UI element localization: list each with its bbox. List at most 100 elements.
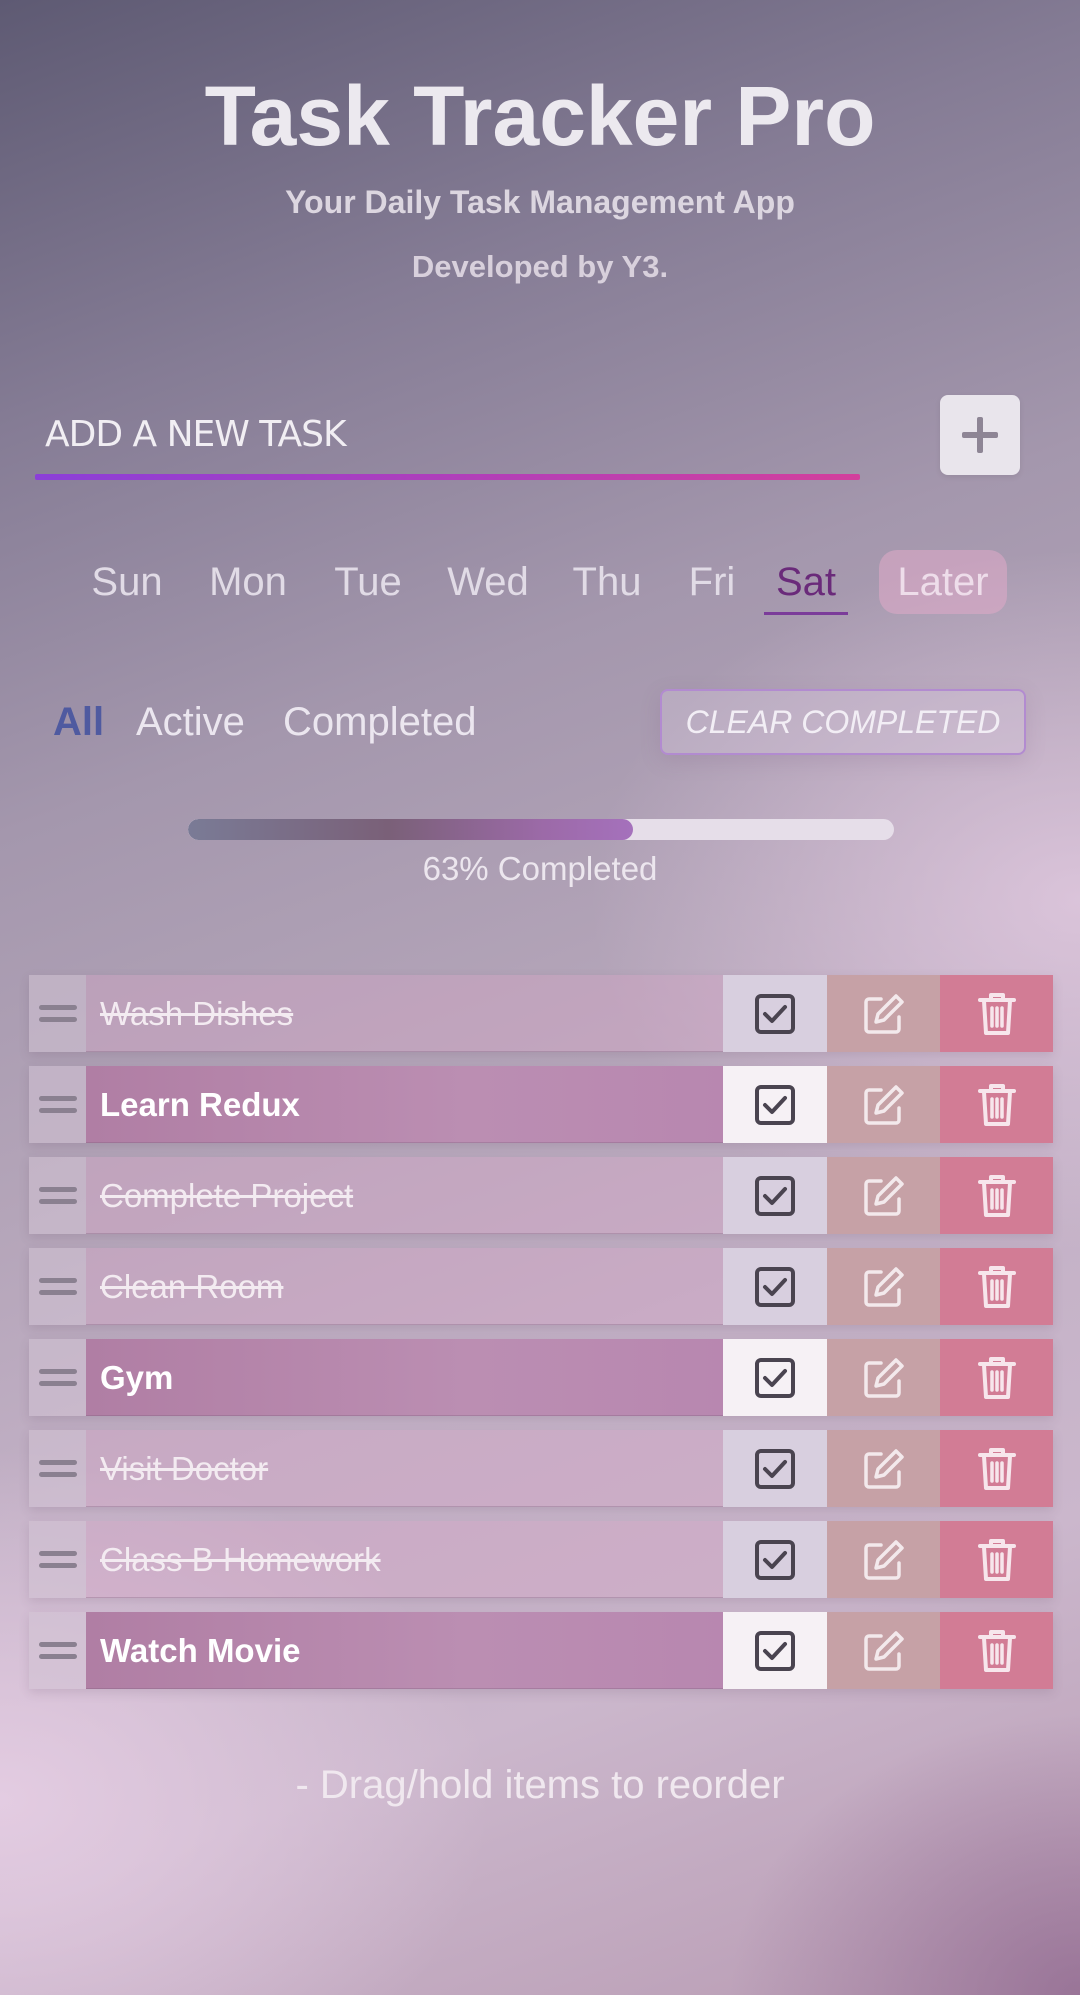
trash-icon [977,1629,1016,1672]
plus-icon [962,417,998,453]
edit-icon [863,993,904,1034]
filter-completed[interactable]: Completed [283,694,476,750]
task-row[interactable]: Visit Doctor [29,1430,1053,1507]
delete-task-button[interactable] [940,1612,1053,1689]
task-label[interactable]: Wash Dishes [86,975,723,1052]
drag-handle[interactable] [29,975,86,1052]
edit-icon [863,1630,904,1671]
delete-task-button[interactable] [940,975,1053,1052]
task-list: Wash Dishes Learn Redux Complete Project… [29,975,1053,1703]
task-label[interactable]: Learn Redux [86,1066,723,1143]
task-label[interactable]: Visit Doctor [86,1430,723,1507]
new-task-input[interactable] [35,400,860,468]
edit-task-button[interactable] [827,1612,940,1689]
edit-icon [863,1448,904,1489]
trash-icon [977,1538,1016,1581]
toggle-complete-button[interactable] [723,1612,827,1689]
edit-icon [863,1175,904,1216]
task-row[interactable]: Watch Movie [29,1612,1053,1689]
edit-task-button[interactable] [827,1430,940,1507]
toggle-complete-button[interactable] [723,1066,827,1143]
checkbox-icon [755,1266,795,1307]
progress-fill [188,819,633,840]
delete-task-button[interactable] [940,1157,1053,1234]
active-day-indicator [764,612,848,615]
day-tab-sun[interactable]: Sun [82,552,172,612]
drag-handle[interactable] [29,1339,86,1416]
toggle-complete-button[interactable] [723,1339,827,1416]
edit-task-button[interactable] [827,1066,940,1143]
task-row[interactable]: Wash Dishes [29,975,1053,1052]
toggle-complete-button[interactable] [723,1430,827,1507]
reorder-hint: - Drag/hold items to reorder [295,1763,785,1807]
trash-icon [977,1083,1016,1126]
task-label[interactable]: Complete Project [86,1157,723,1234]
task-row[interactable]: Complete Project [29,1157,1053,1234]
drag-handle[interactable] [29,1066,86,1143]
day-tab-wed[interactable]: Wed [441,552,535,612]
task-label[interactable]: Class B Homework [86,1521,723,1598]
edit-icon [863,1266,904,1307]
trash-icon [977,992,1016,1035]
add-task-button[interactable] [940,395,1020,475]
drag-handle-icon [38,1641,77,1659]
filter-all[interactable]: All [53,694,104,750]
edit-task-button[interactable] [827,1248,940,1325]
toggle-complete-button[interactable] [723,1157,827,1234]
delete-task-button[interactable] [940,1066,1053,1143]
checkbox-icon [755,1630,795,1671]
edit-task-button[interactable] [827,1521,940,1598]
trash-icon [977,1174,1016,1217]
drag-handle[interactable] [29,1157,86,1234]
day-tab-later[interactable]: Later [879,550,1007,614]
checkbox-icon [755,1357,795,1398]
edit-icon [863,1084,904,1125]
task-row[interactable]: Learn Redux [29,1066,1053,1143]
day-tab-fri[interactable]: Fri [680,552,744,612]
edit-icon [863,1357,904,1398]
drag-handle-icon [38,1186,77,1204]
drag-handle[interactable] [29,1521,86,1598]
delete-task-button[interactable] [940,1521,1053,1598]
input-underline [35,474,860,480]
drag-handle[interactable] [29,1612,86,1689]
task-label[interactable]: Clean Room [86,1248,723,1325]
filter-active[interactable]: Active [136,694,245,750]
task-label[interactable]: Watch Movie [86,1612,723,1689]
checkbox-icon [755,1448,795,1489]
task-label[interactable]: Gym [86,1339,723,1416]
clear-completed-button[interactable]: CLEAR COMPLETED [660,689,1026,755]
drag-handle-icon [38,1095,77,1113]
trash-icon [977,1447,1016,1490]
delete-task-button[interactable] [940,1248,1053,1325]
drag-handle-icon [38,1277,77,1295]
drag-handle-icon [38,1550,77,1568]
drag-handle-icon [38,1004,77,1022]
toggle-complete-button[interactable] [723,1248,827,1325]
edit-icon [863,1539,904,1580]
task-row[interactable]: Gym [29,1339,1053,1416]
drag-handle-icon [38,1368,77,1386]
toggle-complete-button[interactable] [723,975,827,1052]
toggle-complete-button[interactable] [723,1521,827,1598]
day-tab-sat[interactable]: Sat [764,552,848,612]
edit-task-button[interactable] [827,1339,940,1416]
developer-credit: Developed by Y3. [411,249,669,284]
drag-handle-icon [38,1459,77,1477]
edit-task-button[interactable] [827,1157,940,1234]
trash-icon [977,1356,1016,1399]
delete-task-button[interactable] [940,1430,1053,1507]
delete-task-button[interactable] [940,1339,1053,1416]
day-tab-thu[interactable]: Thu [562,552,652,612]
day-tab-tue[interactable]: Tue [323,552,413,612]
drag-handle[interactable] [29,1248,86,1325]
app-title: Task Tracker Pro [204,69,876,163]
app-subtitle: Your Daily Task Management App [285,184,795,220]
edit-task-button[interactable] [827,975,940,1052]
day-tab-mon[interactable]: Mon [200,552,296,612]
trash-icon [977,1265,1016,1308]
task-row[interactable]: Clean Room [29,1248,1053,1325]
checkbox-icon [755,1084,795,1125]
task-row[interactable]: Class B Homework [29,1521,1053,1598]
drag-handle[interactable] [29,1430,86,1507]
